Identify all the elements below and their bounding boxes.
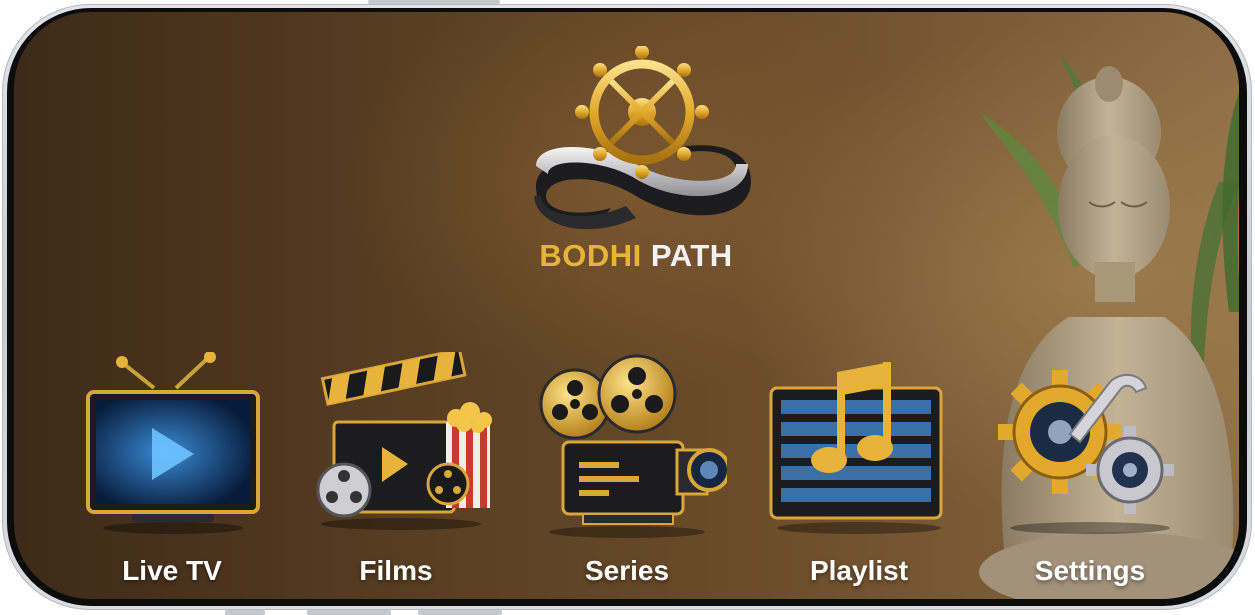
app-screen: BODHI PATH Live TV Films Series Playlist… [14,12,1239,599]
side-button-bottom-2 [307,610,391,615]
menu-label-playlist: Playlist [809,555,909,586]
menu-label-live-tv: Live TV [122,555,222,586]
bodhi-path-logo: BODHI PATH [516,46,756,276]
menu-item-series[interactable]: Series [527,352,727,599]
logo-wordmark: BODHI PATH [516,238,756,274]
film-projector-icon [539,354,727,538]
menu-label-series: Series [584,555,670,586]
menu-item-films[interactable]: Films [296,352,496,599]
menu-item-playlist[interactable]: Playlist [759,352,959,599]
menu-label-films: Films [359,555,433,586]
menu-item-live-tv[interactable]: Live TV [72,352,272,599]
gears-wrench-icon [998,370,1174,534]
side-button-top [368,0,500,4]
menu-label-settings: Settings [1034,555,1146,586]
music-note-icon [769,362,943,534]
side-button-bottom-3 [418,610,502,615]
clapperboard-icon [316,352,492,530]
dharma-wheel-icon [534,46,751,230]
side-button-bottom-1 [225,610,265,615]
menu-item-settings[interactable]: Settings [990,352,1190,599]
logo-word-path: PATH [650,238,733,273]
logo-word-bodhi: BODHI [539,238,642,273]
tv-icon [86,352,260,534]
